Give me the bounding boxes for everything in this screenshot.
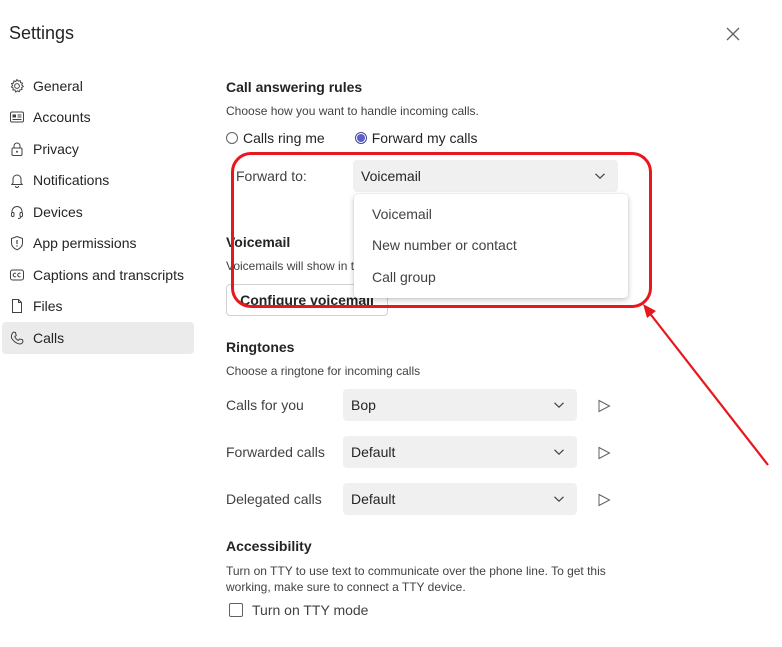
tty-mode-checkbox[interactable]: Turn on TTY mode [229,602,368,618]
calls-for-you-select[interactable]: Bop [343,389,577,421]
sidebar-item-devices[interactable]: Devices [2,196,194,228]
forward-to-label: Forward to: [236,168,307,184]
call-answering-options: Calls ring me Forward my calls [226,130,478,146]
radio-checked-icon [354,132,367,144]
chevron-down-icon [554,402,564,409]
phone-icon [9,330,25,346]
accessibility-title: Accessibility [226,538,312,554]
sidebar-item-label: Accounts [33,109,91,126]
gear-icon [9,78,25,94]
calls-for-you-value: Bop [351,397,376,413]
chevron-down-icon [554,449,564,456]
sidebar-item-label: Files [33,298,63,315]
forward-to-value: Voicemail [361,168,421,184]
shield-icon [9,235,25,251]
forwarded-calls-select[interactable]: Default [343,436,577,468]
checkbox-icon [229,603,243,617]
sidebar-item-label: Captions and transcripts [33,266,184,283]
chevron-down-icon [554,496,564,503]
sidebar-item-captions[interactable]: Captions and transcripts [2,259,194,291]
sidebar-item-label: Calls [33,329,65,346]
sidebar-item-privacy[interactable]: Privacy [2,133,194,165]
forwarded-calls-value: Default [351,444,396,460]
headset-icon [9,204,25,220]
delegated-calls-label: Delegated calls [226,491,322,507]
sidebar-item-calls[interactable]: Calls [2,322,194,354]
sidebar-item-files[interactable]: Files [2,291,194,323]
forward-my-calls-label: Forward my calls [371,130,478,146]
play-icon[interactable] [597,446,611,460]
call-answering-description: Choose how you want to handle incoming c… [226,104,479,118]
cc-icon [9,267,25,283]
voicemail-title: Voicemail [226,234,291,250]
sidebar-item-label: General [33,77,83,94]
sidebar-item-general[interactable]: General [2,70,194,102]
bell-icon [9,172,25,189]
radio-unchecked-icon [226,132,238,144]
call-answering-title: Call answering rules [226,79,363,95]
sidebar-item-label: Devices [33,203,83,220]
page-title: Settings [9,23,75,43]
tty-mode-label: Turn on TTY mode [252,602,369,618]
chevron-down-icon [595,173,605,180]
calls-ring-me-label: Calls ring me [243,130,325,146]
sidebar-item-label: App permissions [33,235,137,252]
sidebar-item-notifications[interactable]: Notifications [2,165,194,197]
file-icon [9,298,25,314]
accessibility-description-line2: working, make sure to connect a TTY devi… [226,580,466,594]
delegated-calls-select[interactable]: Default [343,483,577,515]
sidebar-item-label: Notifications [33,172,110,189]
accessibility-description-line1: Turn on TTY to use text to communicate o… [226,564,606,578]
voicemail-description: Voicemails will show in th [226,259,361,273]
lock-icon [9,141,25,157]
settings-sidebar: General Accounts Privacy Notifications D… [2,70,194,354]
dropdown-option-call-group[interactable]: Call group [354,261,628,293]
forward-my-calls-radio[interactable]: Forward my calls [354,130,478,146]
sidebar-item-app-permissions[interactable]: App permissions [2,228,194,260]
ringtones-title: Ringtones [226,339,295,355]
forward-to-dropdown: Voicemail New number or contact Call gro… [354,194,628,298]
sidebar-item-label: Privacy [33,140,79,157]
forward-to-select[interactable]: Voicemail [353,160,618,192]
play-icon[interactable] [597,399,611,413]
dropdown-option-new-number[interactable]: New number or contact [354,230,628,262]
calls-for-you-label: Calls for you [226,397,304,413]
delegated-calls-value: Default [351,491,396,507]
dropdown-option-voicemail[interactable]: Voicemail [354,198,628,230]
ringtones-description: Choose a ringtone for incoming calls [226,364,421,378]
sidebar-item-accounts[interactable]: Accounts [2,102,194,134]
play-icon[interactable] [597,493,611,507]
close-icon[interactable] [724,25,742,43]
forwarded-calls-label: Forwarded calls [226,444,325,460]
id-card-icon [9,109,25,125]
calls-ring-me-radio[interactable]: Calls ring me [226,130,325,146]
